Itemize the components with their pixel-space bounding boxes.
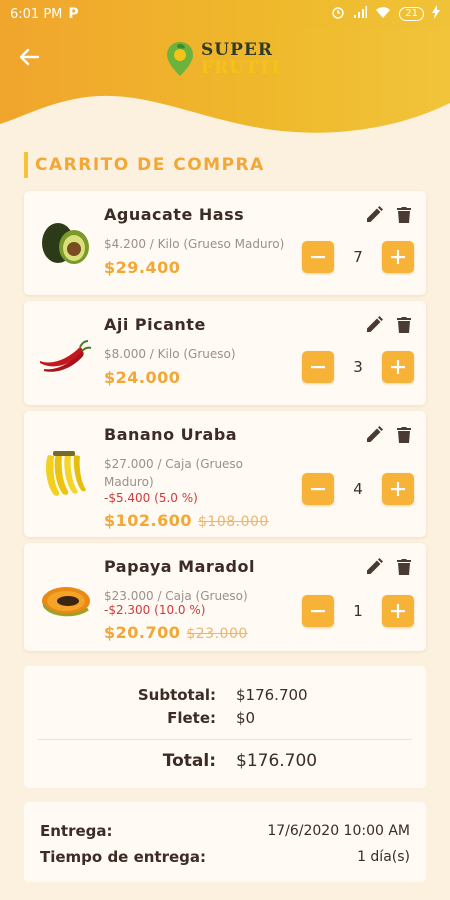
app-header: SUPER FRUTTI bbox=[0, 28, 450, 140]
total-value: $176.700 bbox=[236, 751, 318, 771]
signal-icon bbox=[353, 5, 368, 23]
decrease-quantity-button[interactable] bbox=[302, 473, 334, 505]
delivery-time-label: Tiempo de entrega: bbox=[40, 848, 207, 866]
increase-quantity-button[interactable] bbox=[382, 473, 414, 505]
edit-button[interactable] bbox=[364, 315, 384, 335]
map-pin-icon bbox=[167, 42, 193, 76]
product-current-price: $102.600 bbox=[104, 511, 193, 530]
status-time: 6:01 PM bbox=[10, 6, 63, 22]
minus-icon bbox=[311, 488, 325, 491]
trash-icon bbox=[397, 559, 411, 575]
shipping-value: $0 bbox=[236, 709, 256, 727]
increase-quantity-button[interactable] bbox=[382, 241, 414, 273]
trash-icon bbox=[397, 317, 411, 333]
delete-button[interactable] bbox=[394, 425, 414, 445]
summary-divider bbox=[38, 739, 412, 740]
plus-icon bbox=[391, 604, 405, 618]
plus-icon bbox=[391, 360, 405, 374]
logo-text-frutti: FRUTTI bbox=[201, 58, 281, 78]
logo-text-super: SUPER bbox=[201, 40, 273, 60]
status-bar: 6:01 PM P 21 bbox=[0, 0, 450, 28]
cart-item: Aguacate Hass $4.200 / Kilo (Grueso Madu… bbox=[24, 191, 426, 295]
increase-quantity-button[interactable] bbox=[382, 595, 414, 627]
page-title: CARRITO DE COMPRA bbox=[24, 152, 265, 178]
increase-quantity-button[interactable] bbox=[382, 351, 414, 383]
order-summary: Subtotal: $176.700 Flete: $0 Total: $176… bbox=[24, 666, 426, 788]
cart-item: Papaya Maradol $23.000 / Caja (Grueso) -… bbox=[24, 543, 426, 651]
edit-button[interactable] bbox=[364, 557, 384, 577]
product-discount: -$5.400 (5.0 %) bbox=[104, 491, 198, 505]
product-unit-price: $8.000 / Kilo (Grueso) bbox=[104, 347, 236, 361]
notification-p-icon: P bbox=[68, 6, 79, 22]
product-price: $20.700 $23.000 bbox=[104, 623, 248, 642]
delete-button[interactable] bbox=[394, 557, 414, 577]
cart-item: Aji Picante $8.000 / Kilo (Grueso) $24.0… bbox=[24, 301, 426, 405]
chili-pepper-image bbox=[40, 340, 92, 372]
decrease-quantity-button[interactable] bbox=[302, 595, 334, 627]
minus-icon bbox=[311, 256, 325, 259]
battery-indicator: 21 bbox=[399, 7, 424, 21]
delivery-time-value: 1 día(s) bbox=[357, 849, 410, 865]
product-name: Aji Picante bbox=[104, 315, 206, 334]
pencil-icon bbox=[367, 206, 383, 222]
product-price: $102.600 $108.000 bbox=[104, 511, 269, 530]
product-name: Aguacate Hass bbox=[104, 205, 245, 224]
plus-icon bbox=[391, 482, 405, 496]
arrow-left-icon bbox=[19, 48, 40, 66]
trash-icon bbox=[397, 427, 411, 443]
pencil-icon bbox=[367, 316, 383, 332]
delete-button[interactable] bbox=[394, 315, 414, 335]
pencil-icon bbox=[367, 558, 383, 574]
product-unit-price: $27.000 / Caja (Grueso Maduro) bbox=[104, 457, 244, 489]
cart-item: Banano Uraba $27.000 / Caja (Grueso Madu… bbox=[24, 411, 426, 537]
product-name: Banano Uraba bbox=[104, 425, 238, 444]
edit-button[interactable] bbox=[364, 205, 384, 225]
minus-icon bbox=[311, 366, 325, 369]
trash-icon bbox=[397, 207, 411, 223]
product-old-price: $23.000 bbox=[186, 626, 248, 642]
quantity-value: 7 bbox=[353, 248, 363, 266]
banana-image bbox=[46, 451, 86, 496]
product-old-price: $108.000 bbox=[198, 514, 269, 530]
app-logo: SUPER FRUTTI bbox=[165, 40, 281, 78]
quantity-value: 1 bbox=[353, 602, 363, 620]
edit-button[interactable] bbox=[364, 425, 384, 445]
delivery-date-label: Entrega: bbox=[40, 822, 113, 840]
pencil-icon bbox=[367, 426, 383, 442]
product-discount: -$2.300 (10.0 %) bbox=[104, 603, 206, 617]
charging-icon bbox=[432, 5, 440, 23]
papaya-image bbox=[42, 587, 90, 617]
decrease-quantity-button[interactable] bbox=[302, 241, 334, 273]
plus-icon bbox=[391, 250, 405, 264]
alarm-icon bbox=[331, 5, 345, 23]
decrease-quantity-button[interactable] bbox=[302, 351, 334, 383]
shipping-label: Flete: bbox=[167, 709, 216, 727]
delete-button[interactable] bbox=[394, 205, 414, 225]
back-button[interactable] bbox=[14, 42, 44, 72]
subtotal-value: $176.700 bbox=[236, 686, 308, 704]
total-label: Total: bbox=[162, 751, 216, 771]
product-price: $24.000 bbox=[104, 368, 181, 387]
subtotal-label: Subtotal: bbox=[137, 686, 216, 704]
quantity-value: 4 bbox=[353, 480, 363, 498]
quantity-value: 3 bbox=[353, 358, 363, 376]
avocado-image bbox=[42, 223, 89, 264]
delivery-date-value: 17/6/2020 10:00 AM bbox=[267, 823, 410, 839]
minus-icon bbox=[311, 610, 325, 613]
delivery-info: Entrega: 17/6/2020 10:00 AM Tiempo de en… bbox=[24, 802, 426, 882]
product-price: $29.400 bbox=[104, 258, 181, 277]
product-name: Papaya Maradol bbox=[104, 557, 255, 576]
product-unit-price: $4.200 / Kilo (Grueso Maduro) bbox=[104, 237, 285, 251]
wifi-icon bbox=[375, 5, 391, 23]
product-current-price: $20.700 bbox=[104, 623, 181, 642]
